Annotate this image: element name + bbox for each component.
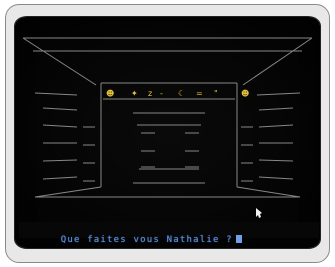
right-wall-panel-1 bbox=[256, 92, 301, 96]
command-prompt: Que faites vous Nathalie ? bbox=[21, 224, 242, 248]
sparkle-glyph: ✦ bbox=[131, 89, 138, 98]
corridor-scene: ☻ ✦ z - ☾ = " ☻ bbox=[22, 37, 313, 198]
doorway-glyph-row: ☻ ✦ z - ☾ = " ☻ bbox=[106, 89, 249, 98]
equals-glyph: = bbox=[196, 89, 203, 98]
right-ceiling-line bbox=[242, 37, 313, 86]
face-glyph-2: ☻ bbox=[241, 89, 249, 98]
left-ceiling-line bbox=[22, 37, 97, 86]
right-wall-panel-5 bbox=[258, 159, 294, 162]
game-page: ☻ ✦ z - ☾ = " ☻ Que faites vous Nathalie… bbox=[0, 0, 335, 267]
mouse-pointer-icon bbox=[256, 208, 262, 218]
left-wall-panel-3 bbox=[42, 124, 78, 128]
floor-right-line bbox=[236, 186, 301, 198]
right-wall-panel-2 bbox=[258, 107, 294, 111]
right-wall-panel-3 bbox=[258, 124, 294, 128]
left-wall-panel-5 bbox=[42, 159, 78, 162]
quote-glyph: " bbox=[214, 89, 218, 98]
command-prompt-text: Que faites vous Nathalie ? bbox=[60, 235, 233, 245]
text-cursor[interactable] bbox=[235, 235, 242, 243]
game-screen: ☻ ✦ z - ☾ = " ☻ Que faites vous Nathalie… bbox=[15, 17, 320, 248]
dash-glyph: - bbox=[160, 89, 163, 98]
z-glyph: z bbox=[148, 89, 152, 98]
right-wall-panel-6 bbox=[258, 176, 294, 180]
moon-glyph: ☾ bbox=[178, 89, 185, 98]
left-wall-panel-2 bbox=[42, 107, 78, 111]
left-wall-panel-1 bbox=[34, 92, 78, 96]
left-wall-panel-6 bbox=[42, 176, 78, 180]
face-glyph: ☻ bbox=[106, 89, 114, 98]
floor-left-line bbox=[34, 186, 102, 198]
